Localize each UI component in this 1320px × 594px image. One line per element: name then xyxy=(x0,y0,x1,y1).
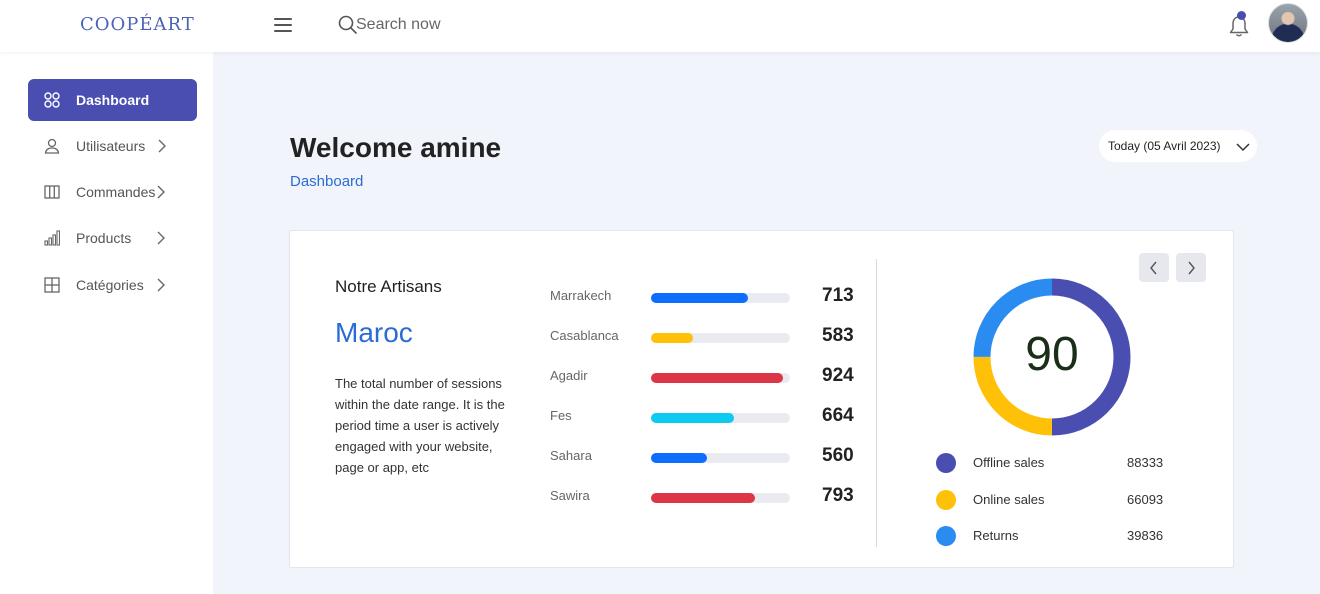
city-row: Sahara 560 xyxy=(550,444,870,468)
card-title: Notre Artisans xyxy=(335,277,442,296)
city-name: Sahara xyxy=(550,448,592,463)
chevron-right-icon xyxy=(158,139,166,153)
columns-icon xyxy=(44,185,60,199)
grid-icon xyxy=(44,277,60,293)
city-value: 583 xyxy=(822,325,854,346)
progress-fill xyxy=(651,373,784,383)
legend-item: Online sales 66093 xyxy=(936,488,1176,512)
progress-bar xyxy=(651,333,790,343)
progress-fill xyxy=(651,493,756,503)
chevron-right-icon xyxy=(157,185,165,199)
sidebar-item-products[interactable]: Products xyxy=(28,217,197,259)
sidebar-item-utilisateurs[interactable]: Utilisateurs xyxy=(28,125,197,167)
city-value: 924 xyxy=(822,365,854,386)
progress-bar xyxy=(651,453,790,463)
legend-dot xyxy=(936,526,956,546)
legend-value: 66093 xyxy=(1127,491,1164,507)
chevron-right-icon xyxy=(157,231,165,245)
legend-label: Offline sales xyxy=(973,455,1045,470)
user-icon xyxy=(44,138,60,154)
divider xyxy=(876,259,877,547)
city-value: 793 xyxy=(822,485,854,506)
page-title: Welcome amine xyxy=(290,132,502,163)
progress-fill xyxy=(651,453,707,463)
progress-bar xyxy=(651,493,790,503)
sidebar-item-label: Products xyxy=(76,230,132,246)
city-row: Casablanca 583 xyxy=(550,324,870,348)
chevron-right-icon xyxy=(157,278,165,292)
progress-bar xyxy=(651,413,790,423)
menu-toggle-icon[interactable] xyxy=(274,18,292,34)
logo[interactable]: COOPÉART xyxy=(80,14,195,35)
legend-dot xyxy=(936,489,956,510)
dashboard-icon xyxy=(44,92,60,108)
avatar[interactable] xyxy=(1268,3,1308,43)
sidebar-item-label: Commandes xyxy=(76,184,156,200)
breadcrumb[interactable]: Dashboard xyxy=(290,173,363,190)
city-name: Fes xyxy=(550,408,572,423)
notification-badge xyxy=(1237,11,1246,20)
legend-dot xyxy=(936,453,956,473)
legend-value: 39836 xyxy=(1127,528,1164,543)
bar-chart-icon xyxy=(44,230,60,246)
top-bar: COOPÉART xyxy=(0,0,1320,52)
chevron-left-icon xyxy=(1150,261,1157,274)
search-icon xyxy=(338,15,357,34)
city-name: Marrakech xyxy=(550,288,612,303)
date-filter-label: Today (05 Avril 2023) xyxy=(1108,139,1221,153)
legend-label: Online sales xyxy=(973,491,1045,507)
donut-center-value: 90 xyxy=(1025,328,1078,381)
legend-item: Offline sales 88333 xyxy=(936,451,1176,475)
card-description: The total number of sessions within the … xyxy=(335,376,505,475)
donut-chart: 90 xyxy=(973,278,1131,436)
chevron-down-icon xyxy=(1236,143,1250,152)
city-value: 713 xyxy=(822,285,854,306)
city-name: Sawira xyxy=(550,488,590,503)
sidebar: Dashboard Utilisateurs Commandes Product… xyxy=(0,52,213,594)
sidebar-item-commandes[interactable]: Commandes xyxy=(28,171,197,213)
date-filter-dropdown[interactable]: Today (05 Avril 2023) xyxy=(1099,130,1257,162)
sidebar-item-label: Catégories xyxy=(76,277,144,293)
legend-item: Returns 39836 xyxy=(936,524,1176,548)
next-button[interactable] xyxy=(1176,253,1206,282)
sidebar-item-label: Utilisateurs xyxy=(76,138,146,154)
search-input[interactable] xyxy=(356,13,656,37)
city-row: Agadir 924 xyxy=(550,364,870,388)
sidebar-item-categories[interactable]: Catégories xyxy=(28,264,197,306)
city-row: Sawira 793 xyxy=(550,484,870,508)
progress-fill xyxy=(651,293,749,303)
city-row: Marrakech 713 xyxy=(550,284,870,308)
artisans-card: Notre Artisans Maroc The total number of… xyxy=(289,230,1234,568)
chevron-right-icon xyxy=(1188,261,1195,274)
progress-fill xyxy=(651,333,693,343)
progress-fill xyxy=(651,413,735,423)
city-value: 664 xyxy=(822,405,854,426)
sidebar-item-dashboard[interactable]: Dashboard xyxy=(28,79,197,121)
city-value: 560 xyxy=(822,445,854,466)
city-row: Fes 664 xyxy=(550,404,870,428)
progress-bar xyxy=(651,373,790,383)
city-name: Casablanca xyxy=(550,328,619,343)
legend-label: Returns xyxy=(973,528,1019,543)
city-name: Agadir xyxy=(550,368,588,383)
sidebar-item-label: Dashboard xyxy=(76,92,150,108)
prev-button[interactable] xyxy=(1139,253,1169,282)
country-name: Maroc xyxy=(335,317,413,348)
legend-value: 88333 xyxy=(1127,455,1164,470)
progress-bar xyxy=(651,293,790,303)
